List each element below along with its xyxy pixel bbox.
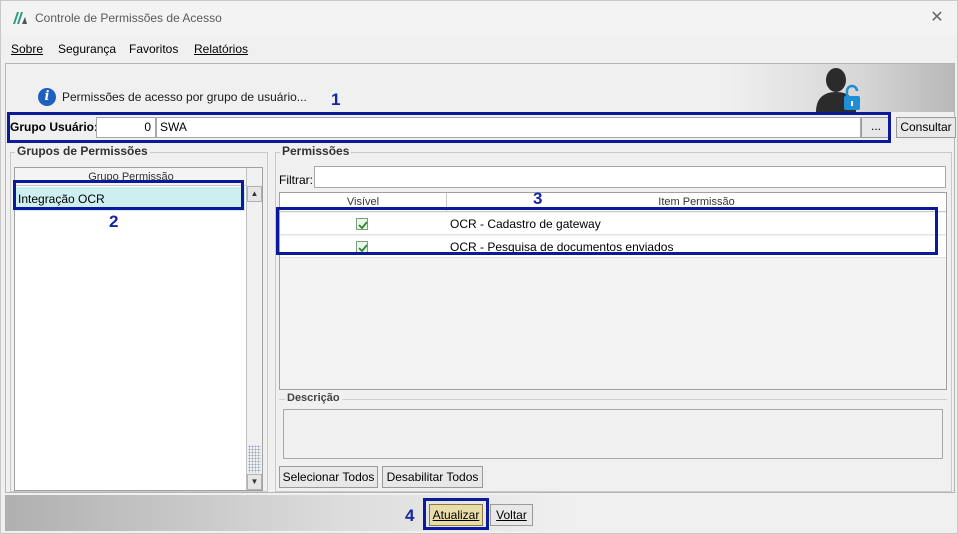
filter-input[interactable] <box>314 166 946 188</box>
annotation-1: 1 <box>331 90 341 109</box>
annotation-box-3 <box>276 207 938 255</box>
menu-bar: Sobre Segurança Favoritos Relatórios <box>1 35 957 61</box>
annotation-2: 2 <box>109 212 119 231</box>
grupos-permissoes-list[interactable]: Grupo Permissão Integração OCR ▲ ▼ <box>14 167 263 491</box>
user-lock-icon <box>816 68 860 112</box>
title-bar: Controle de Permissões de Acesso ✕ <box>1 1 957 35</box>
app-window: Controle de Permissões de Acesso ✕ Sobre… <box>0 0 958 534</box>
annotation-box-1 <box>7 112 891 143</box>
filter-label: Filtrar: <box>279 173 313 187</box>
list-scrollbar[interactable]: ▲ ▼ <box>246 168 262 490</box>
annotation-box-2 <box>13 180 244 210</box>
footer-bar: 4 Atualizar Voltar <box>5 495 955 531</box>
menu-relatorios[interactable]: Relatórios <box>194 42 248 56</box>
annotation-4: 4 <box>405 506 415 525</box>
grupos-permissoes-title: Grupos de Permissões <box>15 144 150 158</box>
close-icon[interactable]: ✕ <box>927 8 947 28</box>
info-text: Permissões de acesso por grupo de usuári… <box>62 90 307 104</box>
info-icon: i <box>38 88 56 106</box>
voltar-button[interactable]: Voltar <box>490 504 533 526</box>
window-title: Controle de Permissões de Acesso <box>35 11 222 25</box>
select-all-button[interactable]: Selecionar Todos <box>279 466 378 488</box>
header-banner <box>724 64 954 112</box>
descricao-section: Descrição <box>279 392 947 465</box>
disable-all-button[interactable]: Desabilitar Todos <box>382 466 483 488</box>
permissoes-title: Permissões <box>280 144 352 158</box>
descricao-field[interactable] <box>283 409 943 459</box>
menu-seguranca[interactable]: Segurança <box>58 42 116 56</box>
atualizar-button[interactable]: Atualizar <box>429 504 483 526</box>
main-content: i Permissões de acesso por grupo de usuá… <box>5 63 956 493</box>
annotation-3: 3 <box>533 189 543 208</box>
scroll-up-icon[interactable]: ▲ <box>247 186 262 202</box>
menu-sobre[interactable]: Sobre <box>11 42 43 56</box>
app-logo-icon <box>13 12 27 24</box>
scroll-down-icon[interactable]: ▼ <box>247 474 262 490</box>
descricao-title: Descrição <box>285 392 342 404</box>
permissoes-panel: Permissões Filtrar: Visível Item Permiss… <box>275 144 952 492</box>
consultar-button[interactable]: Consultar <box>896 117 956 138</box>
menu-favoritos[interactable]: Favoritos <box>129 42 178 56</box>
scroll-grip[interactable] <box>248 445 261 473</box>
